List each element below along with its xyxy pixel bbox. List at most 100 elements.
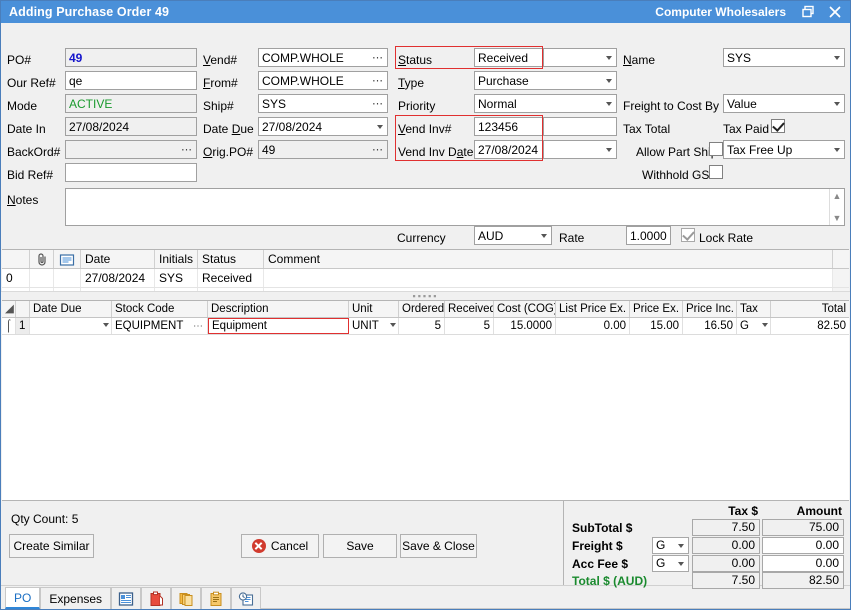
- date-in-field[interactable]: 27/08/2024: [65, 117, 197, 136]
- line-cell-received[interactable]: 5: [445, 318, 494, 334]
- grid-splitter[interactable]: ▪▪▪▪▪: [1, 291, 850, 300]
- orig-po-lookup-icon[interactable]: ⋯: [372, 142, 384, 158]
- withhold-gst-checkbox[interactable]: [709, 165, 723, 179]
- date-due-combo[interactable]: 27/08/2024: [258, 117, 388, 136]
- chevron-down-icon[interactable]: [536, 227, 551, 244]
- acc-fee-tax-code-combo[interactable]: G: [652, 555, 689, 572]
- from-lookup-icon[interactable]: ⋯: [372, 73, 384, 89]
- table-row[interactable]: 0 27/08/2024 SYS Booked: [2, 288, 849, 291]
- history-col-comment[interactable]: Comment: [264, 250, 833, 268]
- line-col-cost-cog[interactable]: Cost (COG): [494, 301, 556, 317]
- notes-scrollbar[interactable]: ▲ ▼: [829, 189, 844, 225]
- line-col-date-due[interactable]: Date Due: [30, 301, 112, 317]
- chevron-down-icon[interactable]: [829, 141, 844, 158]
- status-combo[interactable]: [543, 48, 617, 67]
- create-similar-button[interactable]: Create Similar: [9, 534, 94, 558]
- currency-combo[interactable]: AUD: [474, 226, 552, 245]
- line-col-unit[interactable]: Unit: [349, 301, 399, 317]
- lock-rate-checkbox[interactable]: [681, 228, 695, 242]
- freight-to-cost-by-combo[interactable]: Value: [723, 94, 845, 113]
- history-scrollbar[interactable]: [833, 269, 849, 287]
- stock-lookup-icon[interactable]: ⋯: [193, 319, 204, 334]
- tab-po[interactable]: PO: [5, 587, 40, 609]
- freight-tax-value[interactable]: 0.00: [692, 537, 760, 554]
- history-cell-clip[interactable]: [30, 269, 54, 287]
- priority-combo[interactable]: Normal: [474, 94, 617, 113]
- backord-field[interactable]: ⋯: [65, 140, 197, 159]
- history-cell-note[interactable]: [54, 269, 81, 287]
- line-col-total[interactable]: Total: [771, 301, 849, 317]
- table-row[interactable]: 0 27/08/2024 SYS Received: [2, 269, 849, 288]
- save-close-button[interactable]: Save & Close: [400, 534, 477, 558]
- history-cell-clip[interactable]: [30, 288, 54, 291]
- tab-history-log[interactable]: [231, 587, 261, 609]
- line-cell-list-price-ex[interactable]: 0.00: [556, 318, 630, 334]
- tab-copy-pages[interactable]: [171, 587, 201, 609]
- tax-free-up-combo[interactable]: Tax Free Up: [723, 140, 845, 159]
- freight-tax-code-combo[interactable]: G: [652, 537, 689, 554]
- chevron-down-icon[interactable]: [601, 141, 616, 158]
- chevron-down-icon[interactable]: [601, 95, 616, 112]
- line-cell-price-inc[interactable]: 16.50: [683, 318, 737, 334]
- history-col-date[interactable]: Date: [81, 250, 155, 268]
- row-selector-icon[interactable]: ⌠: [2, 318, 16, 334]
- chevron-down-icon[interactable]: [601, 72, 616, 89]
- line-cell-ordered[interactable]: 5: [399, 318, 445, 334]
- scroll-up-icon[interactable]: ▲: [833, 189, 842, 203]
- history-cell-initials[interactable]: SYS: [155, 288, 198, 291]
- history-cell-date[interactable]: 27/08/2024: [81, 288, 155, 291]
- tab-clipboard-red[interactable]: [141, 587, 171, 609]
- acc-fee-tax-value[interactable]: 0.00: [692, 555, 760, 572]
- line-cell-unit[interactable]: UNIT: [349, 318, 399, 334]
- line-col-description[interactable]: Description: [208, 301, 349, 317]
- line-col-list-price-ex[interactable]: List Price Ex.: [556, 301, 630, 317]
- chevron-down-icon[interactable]: [675, 556, 687, 571]
- vend-inv-date-combo[interactable]: [543, 140, 617, 159]
- chevron-down-icon[interactable]: [829, 95, 844, 112]
- chevron-down-icon[interactable]: [601, 49, 616, 66]
- sort-indicator-icon[interactable]: ◢: [2, 301, 16, 317]
- from-number-field[interactable]: COMP.WHOLE⋯: [258, 71, 388, 90]
- acc-fee-amount-value[interactable]: 0.00: [762, 555, 844, 572]
- notes-textarea[interactable]: ▲ ▼: [65, 188, 845, 226]
- line-cell-description[interactable]: Equipment: [208, 318, 349, 334]
- history-cell-initials[interactable]: SYS: [155, 269, 198, 287]
- restore-window-icon[interactable]: [796, 2, 822, 22]
- chevron-down-icon[interactable]: [762, 323, 768, 327]
- orig-po-field[interactable]: 49⋯: [258, 140, 388, 159]
- ship-lookup-icon[interactable]: ⋯: [372, 96, 384, 112]
- chevron-down-icon[interactable]: [829, 49, 844, 66]
- line-col-tax[interactable]: Tax: [737, 301, 771, 317]
- chevron-down-icon[interactable]: [675, 538, 687, 553]
- history-cell-note[interactable]: [54, 288, 81, 291]
- type-combo[interactable]: Purchase: [474, 71, 617, 90]
- line-items-grid[interactable]: ◢ Date Due Stock Code Description Unit O…: [2, 300, 849, 501]
- po-number-field[interactable]: 49: [65, 48, 197, 67]
- bid-ref-field[interactable]: [65, 163, 197, 182]
- status-field[interactable]: Received: [474, 48, 543, 67]
- line-col-received[interactable]: Received: [445, 301, 494, 317]
- allow-part-ship-checkbox[interactable]: [709, 142, 723, 156]
- our-ref-field[interactable]: qe: [65, 71, 197, 90]
- vend-inv-date-field[interactable]: 27/08/2024: [474, 140, 543, 159]
- history-scrollbar-head[interactable]: [833, 250, 849, 268]
- history-cell-status[interactable]: Received: [198, 269, 264, 287]
- line-col-stock-code[interactable]: Stock Code: [112, 301, 208, 317]
- vend-inv-number-extra[interactable]: [543, 117, 617, 136]
- history-cell-comment[interactable]: [264, 269, 833, 287]
- vend-inv-number-field[interactable]: 123456: [474, 117, 543, 136]
- chevron-down-icon[interactable]: [372, 118, 387, 135]
- backord-lookup-icon[interactable]: ⋯: [181, 142, 193, 158]
- history-cell-date[interactable]: 27/08/2024: [81, 269, 155, 287]
- scroll-down-icon[interactable]: ▼: [833, 211, 842, 225]
- line-cell-date-due[interactable]: [30, 318, 112, 334]
- save-button[interactable]: Save: [323, 534, 397, 558]
- line-col-price-ex[interactable]: Price Ex.: [630, 301, 683, 317]
- history-scrollbar[interactable]: [833, 288, 849, 291]
- history-col-status[interactable]: Status: [198, 250, 264, 268]
- history-grid[interactable]: Date Initials Status Comment 0 27/08/202…: [2, 249, 849, 291]
- line-cell-stock-code[interactable]: EQUIPMENT⋯: [112, 318, 208, 334]
- cancel-button[interactable]: Cancel: [241, 534, 319, 558]
- vend-lookup-icon[interactable]: ⋯: [372, 50, 384, 66]
- rate-field[interactable]: 1.0000: [626, 226, 671, 245]
